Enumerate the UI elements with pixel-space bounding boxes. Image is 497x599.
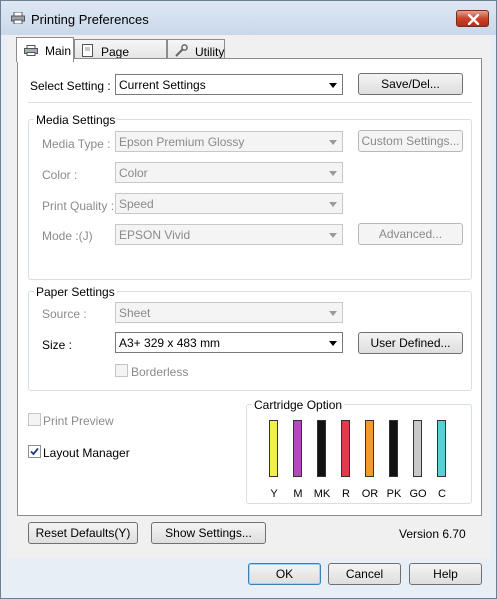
tab-main[interactable]: Main — [16, 37, 74, 62]
chevron-down-icon — [329, 202, 337, 207]
user-defined-button[interactable]: User Defined... — [358, 332, 463, 354]
divider — [28, 102, 472, 103]
media-type-dropdown[interactable]: Epson Premium Glossy — [115, 131, 343, 152]
paper-settings-title: Paper Settings — [34, 285, 117, 299]
media-type-value: Epson Premium Glossy — [119, 135, 245, 149]
mode-value: EPSON Vivid — [119, 228, 191, 242]
ink-label: Y — [270, 488, 278, 500]
color-label: Color : — [42, 168, 78, 182]
media-type-label: Media Type : — [42, 137, 111, 151]
color-dropdown[interactable]: Color — [115, 162, 343, 183]
ink-cartridge-c — [437, 420, 446, 477]
ok-button-label: OK — [275, 567, 294, 581]
printing-preferences-window: Printing Preferences Main Page Layout Ut… — [0, 0, 497, 599]
ink-label: MK — [313, 488, 331, 500]
ink-label: M — [293, 488, 303, 500]
ink-cartridge-m — [293, 420, 302, 477]
ink-label: R — [342, 488, 350, 500]
print-quality-label: Print Quality : — [42, 199, 115, 213]
layout-manager-label: Layout Manager — [43, 446, 130, 460]
show-settings-button-label: Show Settings... — [165, 526, 252, 540]
print-quality-dropdown[interactable]: Speed — [115, 193, 343, 214]
select-setting-dropdown[interactable]: Current Settings — [115, 74, 343, 95]
ink-label: PK — [386, 488, 402, 500]
save-del-button-label: Save/Del... — [381, 77, 440, 91]
custom-settings-button-label: Custom Settings... — [361, 134, 460, 148]
cancel-button-label: Cancel — [345, 567, 384, 581]
chevron-down-icon — [329, 171, 337, 176]
ink-cartridge-or — [365, 420, 374, 477]
source-label: Source : — [42, 307, 87, 321]
size-value: A3+ 329 x 483 mm — [119, 336, 221, 350]
ink-cartridge-go — [413, 420, 422, 477]
source-value: Sheet — [119, 306, 151, 320]
advanced-button[interactable]: Advanced... — [358, 223, 463, 245]
close-button[interactable] — [456, 10, 489, 27]
chevron-down-icon — [329, 140, 337, 145]
printer-icon — [24, 45, 38, 56]
chevron-down-icon — [329, 341, 337, 346]
media-settings-title: Media Settings — [34, 113, 118, 127]
mode-dropdown[interactable]: EPSON Vivid — [115, 224, 343, 245]
size-dropdown[interactable]: A3+ 329 x 483 mm — [115, 332, 343, 353]
borderless-label: Borderless — [131, 365, 189, 379]
tab-utility-label: Utility — [195, 45, 225, 59]
ok-button[interactable]: OK — [248, 563, 321, 585]
ink-label: OR — [361, 488, 379, 500]
select-setting-label: Select Setting : — [30, 79, 111, 93]
window-title: Printing Preferences — [31, 12, 149, 27]
ink-cartridge-r — [341, 420, 350, 477]
chevron-down-icon — [329, 83, 337, 88]
layout-manager-checkbox[interactable] — [28, 445, 41, 458]
user-defined-button-label: User Defined... — [370, 336, 451, 350]
printer-icon — [11, 12, 25, 24]
chevron-down-icon — [329, 311, 337, 316]
advanced-button-label: Advanced... — [378, 227, 443, 241]
print-preview-label: Print Preview — [43, 414, 114, 428]
page-layout-icon — [82, 44, 93, 57]
select-setting-value: Current Settings — [119, 78, 206, 92]
ink-label: C — [438, 488, 446, 500]
print-preview-checkbox[interactable] — [28, 413, 41, 426]
save-del-button[interactable]: Save/Del... — [358, 73, 463, 95]
custom-settings-button[interactable]: Custom Settings... — [358, 130, 463, 152]
size-label: Size : — [42, 338, 73, 352]
cartridge-option-title: Cartridge Option — [252, 398, 345, 412]
title-bar: Printing Preferences — [1, 1, 496, 35]
checkmark-icon — [30, 447, 39, 456]
version-text: Version 6.70 — [399, 527, 466, 541]
tab-main-label: Main — [45, 44, 72, 58]
help-button-label: Help — [433, 567, 458, 581]
show-settings-button[interactable]: Show Settings... — [151, 522, 266, 544]
print-quality-value: Speed — [119, 197, 154, 211]
cancel-button[interactable]: Cancel — [328, 563, 401, 585]
color-value: Color — [119, 166, 148, 180]
close-icon — [467, 14, 480, 25]
wrench-icon — [175, 44, 188, 57]
ink-cartridge-mk — [317, 420, 326, 477]
reset-defaults-button-label: Reset Defaults(Y) — [35, 526, 131, 540]
ink-label: GO — [409, 488, 427, 500]
ink-cartridge-y — [269, 420, 278, 477]
ink-cartridge-pk — [389, 420, 398, 477]
source-dropdown[interactable]: Sheet — [115, 302, 343, 323]
chevron-down-icon — [329, 233, 337, 238]
mode-label: Mode :(J) — [42, 229, 93, 243]
borderless-checkbox[interactable] — [115, 364, 128, 377]
reset-defaults-button[interactable]: Reset Defaults(Y) — [28, 522, 138, 544]
help-button[interactable]: Help — [409, 563, 482, 585]
